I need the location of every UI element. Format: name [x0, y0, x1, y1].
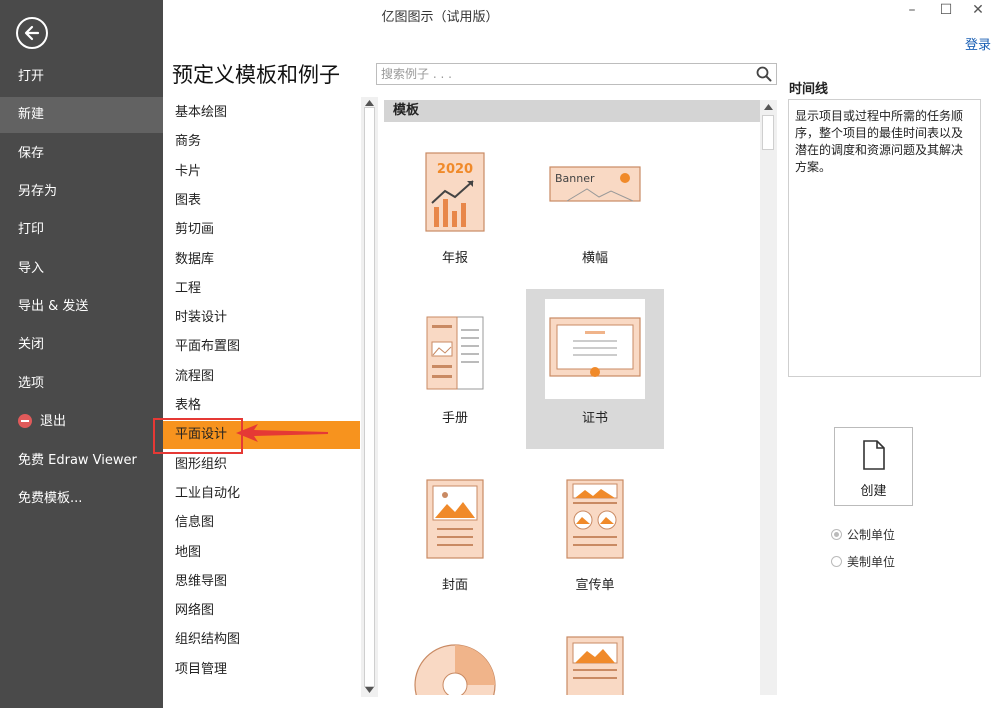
create-label: 创建 [860, 484, 887, 499]
search-input[interactable] [377, 64, 755, 84]
template-label: 宣传单 [575, 578, 615, 593]
backstage-sidebar: 打开 新建 保存 另存为 打印 导入 导出 & 发送 关闭 选项 退出 免费 E… [0, 0, 163, 708]
menu-new[interactable]: 新建 [0, 97, 163, 133]
category-item[interactable]: 思维导图 [163, 568, 360, 596]
template-scroll-thumb[interactable] [762, 115, 774, 150]
description-box: 显示项目或过程中所需的任务顺序，整个项目的最佳时间表以及潜在的调度和资源问题及其… [788, 99, 981, 377]
maximize-button[interactable]: ☐ [932, 2, 960, 22]
template-certificate[interactable]: 证书 [526, 289, 664, 449]
template-banner[interactable]: Banner 横幅 [526, 135, 664, 295]
red-arrow-icon [236, 424, 328, 442]
menu-free-templates[interactable]: 免费模板... [0, 481, 163, 517]
exit-icon [18, 413, 32, 428]
category-item[interactable]: 时装设计 [163, 304, 360, 332]
template-annual-report[interactable]: 2020 年报 [386, 135, 524, 295]
category-list: 基本绘图 商务 卡片 图表 剪切画 数据库 工程 时装设计 平面布置图 流程图 表格 平面设计 图形组织… [163, 97, 360, 697]
category-item[interactable]: 基本绘图 [163, 99, 360, 127]
metric-units-radio[interactable]: 公制单位 [831, 526, 895, 543]
template-label: 证书 [581, 411, 608, 426]
category-item[interactable]: 剪切画 [163, 216, 360, 244]
radio-label: 公制单位 [847, 528, 896, 542]
scroll-up-icon[interactable] [365, 100, 374, 106]
menu-options[interactable]: 选项 [0, 366, 163, 402]
login-link[interactable]: 登录 [965, 34, 991, 53]
template-poster[interactable] [526, 625, 664, 695]
template-header: 模板 [384, 100, 761, 122]
category-item[interactable]: 数据库 [163, 246, 360, 274]
window-title: 亿图图示（试用版） [381, 10, 499, 25]
menu-free-viewer[interactable]: 免费 Edraw Viewer [0, 443, 163, 479]
category-scrollbar[interactable] [361, 97, 378, 697]
category-item[interactable]: 商务 [163, 128, 360, 156]
category-highlight-box [153, 418, 243, 454]
category-item[interactable]: 平面布置图 [163, 333, 360, 361]
category-item[interactable]: 工业自动化 [163, 480, 360, 508]
svg-text:Banner: Banner [555, 172, 595, 185]
template-panel: 模板 2020 年报 Banner 横幅 手册 证书 封面 宣传单 [384, 100, 761, 695]
create-button[interactable]: 创建 [834, 427, 913, 506]
category-item[interactable]: 网络图 [163, 597, 360, 625]
template-scrollbar[interactable] [760, 100, 777, 695]
template-label: 年报 [441, 251, 468, 266]
cd-icon [414, 644, 496, 695]
template-cover[interactable]: 封面 [386, 462, 524, 622]
banner-icon: Banner [549, 166, 641, 202]
minimize-button[interactable]: – [898, 2, 926, 22]
category-item[interactable]: 流程图 [163, 363, 360, 391]
category-scroll-thumb[interactable] [364, 107, 375, 687]
template-flyer[interactable]: 宣传单 [526, 462, 664, 622]
radio-label: 美制单位 [847, 555, 896, 569]
template-brochure[interactable]: 手册 [386, 295, 524, 455]
us-units-radio[interactable]: 美制单位 [831, 553, 895, 570]
radio-unchecked-icon [831, 556, 842, 567]
new-document-icon [863, 440, 885, 470]
category-item[interactable]: 图表 [163, 187, 360, 215]
menu-exit[interactable]: 退出 [0, 404, 163, 440]
menu-exit-label: 退出 [40, 414, 67, 429]
menu-close[interactable]: 关闭 [0, 327, 163, 363]
template-label: 手册 [441, 411, 468, 426]
radio-checked-icon [831, 529, 842, 540]
back-arrow-icon [24, 25, 40, 41]
cover-icon [426, 479, 484, 559]
close-button[interactable]: ✕ [964, 2, 992, 22]
category-item[interactable]: 组织结构图 [163, 626, 360, 654]
scroll-down-icon[interactable] [365, 687, 374, 693]
template-label: 横幅 [581, 251, 608, 266]
brochure-icon [426, 316, 484, 390]
certificate-icon [549, 317, 641, 377]
search-box [376, 63, 777, 85]
category-item[interactable]: 图形组织 [163, 451, 360, 479]
svg-text:2020: 2020 [437, 162, 473, 177]
search-icon[interactable] [756, 66, 772, 82]
category-item[interactable]: 表格 [163, 392, 360, 420]
annual-report-icon: 2020 [425, 152, 485, 232]
page-title: 预定义模板和例子 [172, 63, 340, 87]
menu-export-send[interactable]: 导出 & 发送 [0, 289, 163, 325]
description-text: 显示项目或过程中所需的任务顺序，整个项目的最佳时间表以及潜在的调度和资源问题及其… [795, 109, 964, 174]
category-item[interactable]: 工程 [163, 275, 360, 303]
category-item[interactable]: 项目管理 [163, 656, 360, 684]
description-title: 时间线 [789, 82, 829, 97]
menu-save[interactable]: 保存 [0, 136, 163, 172]
menu-save-as[interactable]: 另存为 [0, 174, 163, 210]
poster-icon [566, 636, 624, 695]
category-item[interactable]: 卡片 [163, 158, 360, 186]
category-item[interactable]: 信息图 [163, 509, 360, 537]
menu-open[interactable]: 打开 [0, 59, 163, 95]
category-item[interactable]: 地图 [163, 539, 360, 567]
flyer-icon [566, 479, 624, 559]
template-cd[interactable] [386, 625, 524, 695]
menu-print[interactable]: 打印 [0, 212, 163, 248]
scroll-up-icon[interactable] [764, 104, 773, 110]
menu-import[interactable]: 导入 [0, 251, 163, 287]
template-label: 封面 [441, 578, 468, 593]
